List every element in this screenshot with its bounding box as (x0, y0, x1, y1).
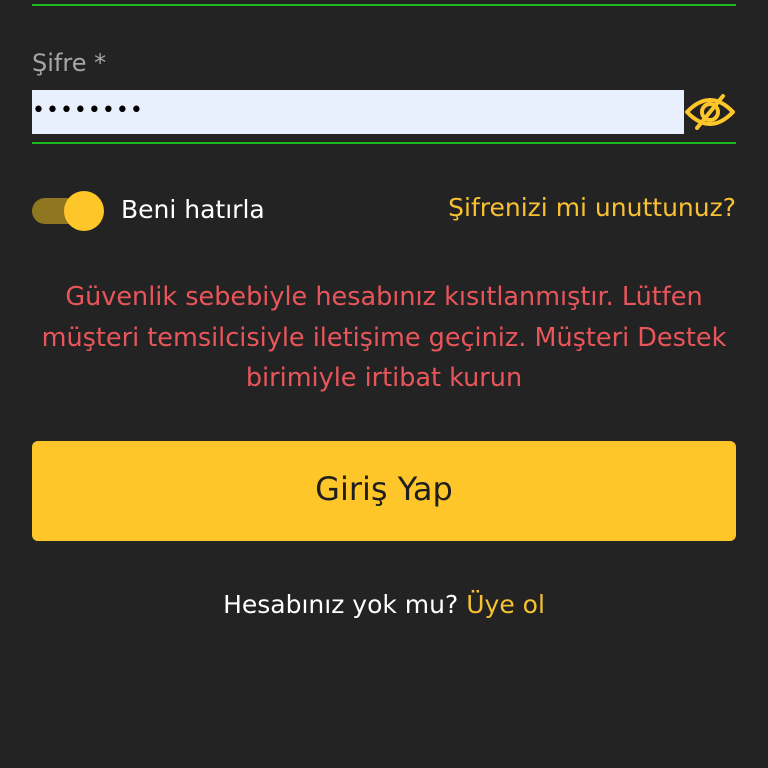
signup-row: Hesabınız yok mu? Üye ol (0, 588, 768, 622)
signup-prompt: Hesabınız yok mu? (223, 590, 459, 619)
login-screen: Şifre * Beni hatırla Şifrenizi mi unuttu… (0, 0, 768, 768)
toggle-password-visibility-button[interactable] (684, 92, 736, 136)
password-label: Şifre * (32, 49, 107, 77)
signup-link[interactable]: Üye ol (466, 590, 545, 619)
password-field-underline (32, 142, 736, 144)
eye-slash-icon (685, 92, 735, 136)
remember-me-toggle[interactable] (32, 190, 104, 232)
toggle-knob (64, 191, 104, 231)
login-button[interactable]: Giriş Yap (32, 441, 736, 541)
password-field[interactable] (32, 90, 684, 134)
previous-field-underline (32, 4, 736, 6)
remember-me-label[interactable]: Beni hatırla (121, 194, 265, 226)
error-message: Güvenlik sebebiyle hesabınız kısıtlanmış… (41, 282, 727, 393)
forgot-password-link[interactable]: Şifrenizi mi unuttunuz? (448, 192, 736, 224)
